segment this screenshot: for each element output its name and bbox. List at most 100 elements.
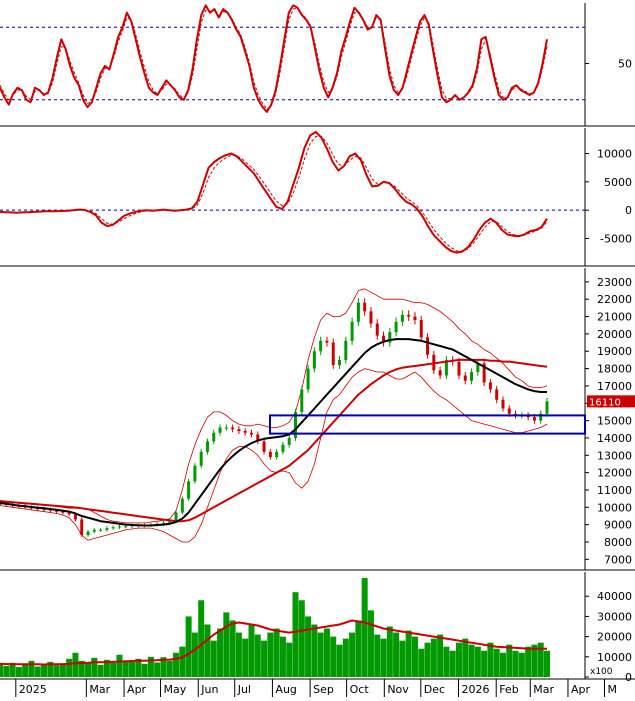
- y-tick-label-1-3: -5000: [600, 233, 632, 246]
- y-tick-label-1-1: 5000: [604, 176, 632, 189]
- volume-bar: [292, 592, 299, 677]
- candle-body: [438, 370, 442, 376]
- candle-body: [457, 361, 461, 376]
- candle-body: [180, 498, 184, 513]
- x-tick-label-3: May: [164, 683, 187, 696]
- volume-bar: [512, 650, 519, 677]
- candle-body: [249, 432, 253, 435]
- y-tick-label-2-13: 10000: [597, 501, 632, 514]
- y-tick-label-2-4: 19000: [597, 345, 632, 358]
- candle-body: [369, 311, 373, 324]
- volume-bar: [506, 644, 513, 677]
- candle-body: [73, 514, 77, 520]
- volume-bar: [336, 644, 343, 677]
- volume-bar: [493, 648, 500, 677]
- volume-bar: [323, 628, 330, 677]
- candle-body: [400, 314, 404, 322]
- volume-bar: [223, 612, 230, 677]
- volume-bar: [129, 661, 136, 677]
- candle-body: [394, 321, 398, 333]
- volume-bar: [261, 640, 268, 677]
- candle-body: [262, 441, 266, 452]
- volume-bar: [72, 652, 79, 677]
- volume-bar: [235, 632, 242, 677]
- candle-body: [218, 427, 222, 433]
- volume-bar: [367, 610, 374, 677]
- candle-body: [470, 372, 474, 381]
- candle-body: [507, 408, 511, 414]
- volume-bar: [330, 636, 337, 677]
- volume-bar: [455, 642, 462, 677]
- candle-body: [193, 465, 197, 482]
- candle-body: [205, 441, 209, 452]
- stock-chart-svg: 50 10000 5000 0 -5000 23000 22000 21000 20000 1…: [0, 0, 635, 697]
- candle-body: [344, 340, 348, 360]
- y-tick-label-3-3: 10000: [597, 651, 632, 664]
- volume-bar: [462, 638, 469, 677]
- y-tick-label-1-0: 10000: [597, 148, 632, 161]
- y-tick-label-3-4: 0: [625, 671, 632, 684]
- volume-bar: [122, 660, 129, 677]
- y-tick-label-2-14: 9000: [604, 519, 632, 532]
- volume-bar: [437, 634, 444, 677]
- y-tick-label-3-2: 20000: [597, 631, 632, 644]
- candle-body: [124, 526, 128, 528]
- volume-bar: [481, 650, 488, 677]
- volume-bar: [267, 632, 274, 677]
- x-tick-label-2: Apr: [127, 683, 147, 696]
- x-tick-label-14: Apr: [571, 683, 591, 696]
- volume-bar: [449, 650, 456, 677]
- volume-bar: [380, 638, 387, 677]
- candle-body: [463, 375, 467, 381]
- candle-body: [545, 401, 549, 414]
- volume-bar: [349, 632, 356, 677]
- volume-bar: [525, 646, 532, 677]
- volume-bar: [248, 624, 255, 677]
- x-tick-label-6: Aug: [275, 683, 296, 696]
- volume-bar: [443, 646, 450, 677]
- volume-bar: [3, 665, 10, 677]
- x-tick-label-5: Jul: [237, 683, 251, 696]
- volume-bar: [273, 628, 280, 677]
- volume-bar: [499, 652, 506, 677]
- volume-bar: [361, 578, 368, 677]
- candle-body: [281, 444, 285, 452]
- volume-bar: [399, 640, 406, 677]
- candle-body: [224, 427, 228, 429]
- candle-body: [426, 337, 430, 355]
- volume-bar: [430, 638, 437, 677]
- y-tick-label-2-11: 12000: [597, 467, 632, 480]
- candle-body: [99, 529, 103, 531]
- y-tick-label-1-2: 0: [625, 204, 632, 217]
- volume-bar: [91, 657, 98, 677]
- volume-bar: [66, 658, 73, 677]
- x-tick-label-4: Jun: [200, 683, 218, 696]
- volume-bar: [305, 616, 312, 677]
- candle-body: [495, 389, 499, 400]
- candle-body: [338, 359, 342, 366]
- stock-chart: 50 10000 5000 0 -5000 23000 22000 21000 20000 1…: [0, 0, 635, 697]
- candle-body: [80, 519, 84, 536]
- candle-body: [268, 451, 272, 458]
- volume-bar: [518, 652, 525, 677]
- y-tick-label-3-1: 30000: [597, 610, 632, 623]
- candle-body: [199, 451, 203, 466]
- volume-bar: [544, 650, 550, 677]
- volume-bar: [15, 666, 22, 677]
- candle-body: [117, 526, 121, 528]
- candle-body: [363, 302, 367, 312]
- volume-bar: [191, 632, 198, 677]
- candle-body: [501, 399, 505, 409]
- candle-body: [174, 512, 178, 522]
- volume-bar: [28, 660, 35, 677]
- volume-bar: [179, 646, 186, 677]
- y-tick-label-2-5: 18000: [597, 363, 632, 376]
- y-tick-label-2-15: 8000: [604, 536, 632, 549]
- candle-body: [306, 368, 310, 390]
- candle-body: [231, 427, 235, 430]
- volume-bar: [298, 600, 305, 677]
- x-tick-label-8: Oct: [350, 683, 370, 696]
- volume-bar: [166, 660, 173, 677]
- x-tick-label-1: Mar: [89, 683, 110, 696]
- candle-body: [325, 340, 329, 343]
